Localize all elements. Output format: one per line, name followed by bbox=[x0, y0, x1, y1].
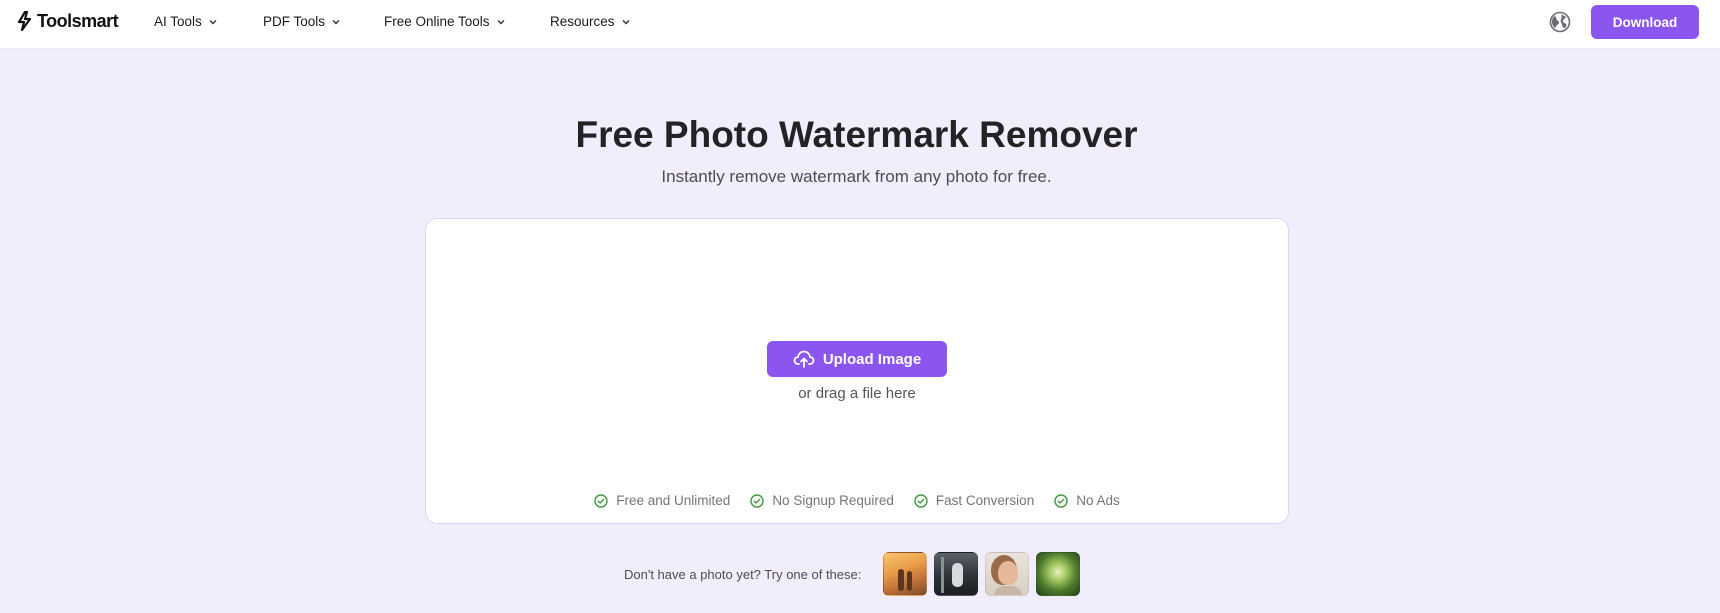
sample-thumbnails bbox=[883, 552, 1081, 596]
upload-image-label: Upload Image bbox=[822, 350, 922, 368]
logo-text: Toolsmart bbox=[37, 10, 119, 31]
cloud-upload-icon bbox=[793, 350, 815, 368]
upload-dropzone[interactable]: Upload Image or drag a file here Free an… bbox=[425, 218, 1289, 524]
top-navigation-bar: Toolsmart AI Tools PDF Tools Free Online… bbox=[0, 0, 1720, 49]
nav-pdf-tools-label: PDF Tools bbox=[263, 14, 326, 29]
sample-photos: Don't have a photo yet? Try one of these… bbox=[624, 552, 1081, 596]
feature-label: No Signup Required bbox=[772, 493, 894, 508]
nav-resources-label: Resources bbox=[550, 14, 615, 29]
feature-label: No Ads bbox=[1076, 493, 1120, 508]
bolt-logo-icon bbox=[17, 11, 32, 31]
sample-sunset-couple[interactable] bbox=[883, 552, 928, 596]
nav-resources[interactable]: Resources bbox=[550, 14, 631, 29]
globe-icon[interactable] bbox=[1549, 11, 1571, 33]
sample-photos-label: Don't have a photo yet? Try one of these… bbox=[624, 566, 862, 582]
nav-ai-tools-label: AI Tools bbox=[154, 14, 202, 29]
chevron-down-icon bbox=[497, 19, 505, 24]
feature-label: Fast Conversion bbox=[935, 493, 1035, 508]
sample-portrait[interactable] bbox=[985, 552, 1030, 596]
check-circle-icon bbox=[594, 493, 608, 508]
check-circle-icon bbox=[914, 493, 928, 508]
check-circle-icon bbox=[750, 493, 765, 508]
sample-forest[interactable] bbox=[1036, 552, 1081, 596]
logo[interactable]: Toolsmart bbox=[16, 9, 119, 33]
check-circle-icon bbox=[1054, 493, 1068, 508]
feature-item: No Signup Required bbox=[750, 493, 894, 508]
feature-label: Free and Unlimited bbox=[616, 493, 731, 508]
download-button[interactable]: Download bbox=[1591, 5, 1699, 39]
chevron-down-icon bbox=[622, 19, 630, 24]
nav-ai-tools[interactable]: AI Tools bbox=[154, 14, 218, 29]
drag-hint: or drag a file here bbox=[798, 385, 916, 402]
feature-list: Free and Unlimited No Signup Required Fa… bbox=[426, 493, 1288, 508]
upload-image-button[interactable]: Upload Image bbox=[767, 341, 947, 377]
page-subtitle: Instantly remove watermark from any phot… bbox=[661, 167, 1052, 186]
chevron-down-icon bbox=[209, 19, 217, 24]
chevron-down-icon bbox=[332, 19, 340, 24]
page-title: Free Photo Watermark Remover bbox=[575, 114, 1138, 155]
feature-item: Free and Unlimited bbox=[594, 493, 730, 508]
feature-item: No Ads bbox=[1054, 493, 1120, 508]
feature-item: Fast Conversion bbox=[914, 493, 1034, 508]
sample-car-door[interactable] bbox=[934, 552, 979, 596]
nav-pdf-tools[interactable]: PDF Tools bbox=[263, 14, 341, 29]
nav-free-online-tools[interactable]: Free Online Tools bbox=[384, 14, 506, 29]
nav-free-online-tools-label: Free Online Tools bbox=[384, 14, 490, 29]
